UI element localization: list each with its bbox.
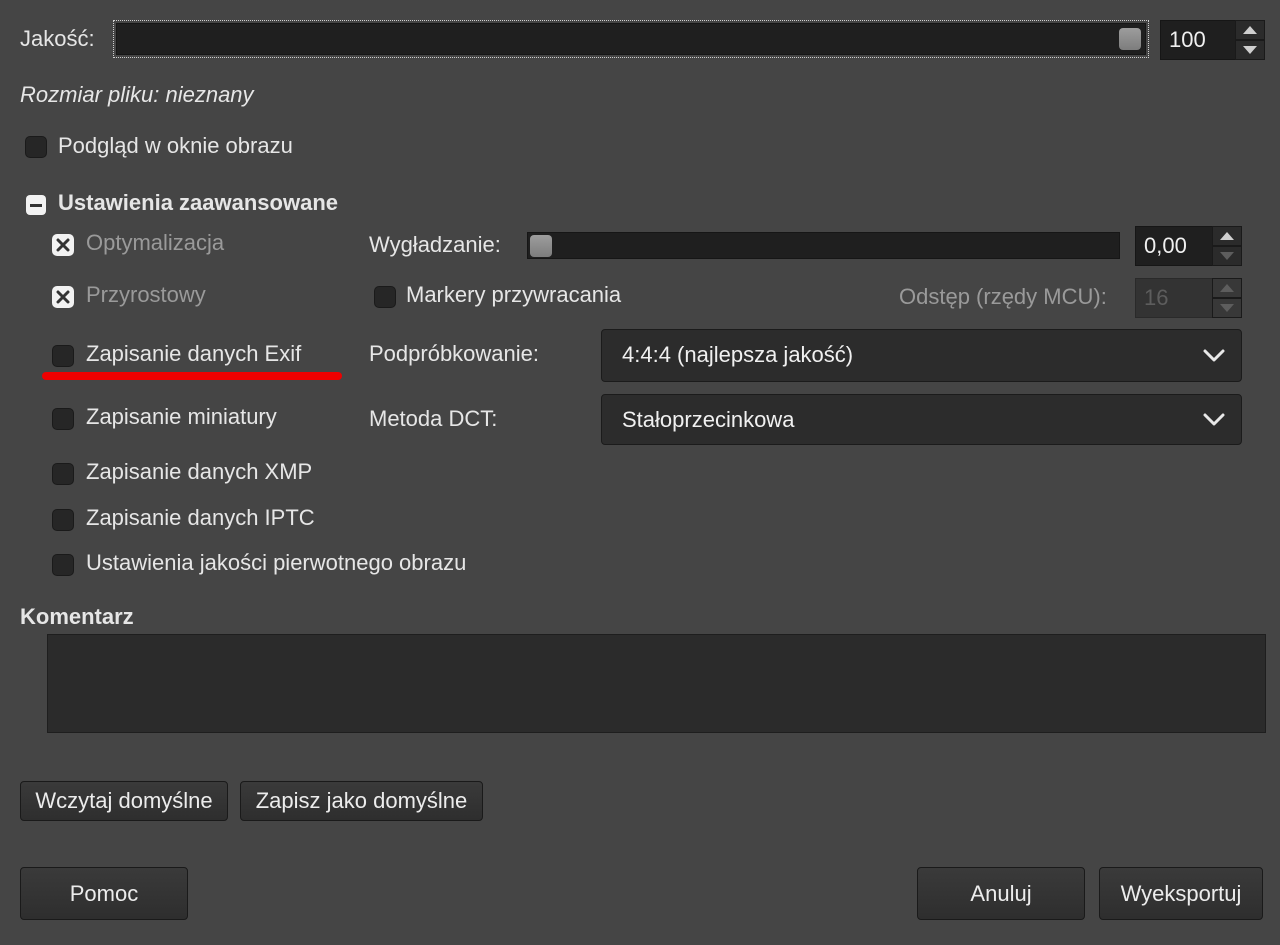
quality-value-field[interactable]: 100 [1160,20,1236,60]
cross-icon [56,290,70,304]
cancel-button[interactable]: Anuluj [917,867,1085,920]
preview-checkbox[interactable] [25,136,47,158]
restart-markers-label[interactable]: Markery przywracania [406,281,621,309]
interval-label: Odstęp (rzędy MCU): [899,284,1107,309]
quality-label: Jakość: [20,26,95,51]
iptc-checkbox[interactable] [52,509,74,531]
smoothing-label: Wygładzanie: [369,232,501,257]
load-defaults-button[interactable]: Wczytaj domyślne [20,781,228,821]
thumbnail-checkbox[interactable] [52,408,74,430]
advanced-expander[interactable] [26,195,46,215]
interval-spin-up[interactable] [1212,278,1242,298]
export-button[interactable]: Wyeksportuj [1099,867,1263,920]
progressive-label[interactable]: Przyrostowy [86,281,206,309]
smoothing-value-field[interactable]: 0,00 [1135,226,1213,266]
xmp-checkbox[interactable] [52,463,74,485]
arrow-up-icon [1220,232,1234,240]
interval-value-field[interactable]: 16 [1135,278,1213,318]
smoothing-spin-buttons[interactable] [1212,226,1242,266]
original-quality-label[interactable]: Ustawienia jakości pierwotnego obrazu [86,549,466,577]
progressive-checkbox[interactable] [52,286,74,308]
optimize-label[interactable]: Optymalizacja [86,229,224,257]
arrow-up-icon [1243,26,1257,34]
quality-spin-buttons[interactable] [1235,20,1265,60]
subsampling-label: Podpróbkowanie: [369,341,540,366]
chevron-down-icon [1203,349,1225,361]
restart-markers-checkbox[interactable] [374,286,396,308]
subsampling-dropdown[interactable]: 4:4:4 (najlepsza jakość) [601,329,1242,382]
optimize-checkbox[interactable] [52,234,74,256]
help-button[interactable]: Pomoc [20,867,188,920]
arrow-down-icon [1243,46,1257,54]
smoothing-spin-down[interactable] [1212,246,1242,266]
quality-slider[interactable] [113,20,1149,58]
advanced-title[interactable]: Ustawienia zaawansowane [58,189,338,217]
quality-spin-up[interactable] [1235,20,1265,40]
chevron-down-icon [1203,413,1225,425]
file-size-text: Rozmiar pliku: nieznany [20,82,254,107]
cross-icon [56,238,70,252]
iptc-label[interactable]: Zapisanie danych IPTC [86,504,315,532]
quality-spin-down[interactable] [1235,40,1265,60]
minus-icon [30,203,42,207]
preview-label[interactable]: Podgląd w oknie obrazu [58,132,293,160]
smoothing-slider-handle[interactable] [530,234,552,257]
interval-spin-down[interactable] [1212,298,1242,318]
dct-label: Metoda DCT: [369,406,498,431]
subsampling-selected: 4:4:4 (najlepsza jakość) [622,342,854,367]
exif-label[interactable]: Zapisanie danych Exif [86,340,301,368]
save-defaults-button[interactable]: Zapisz jako domyślne [240,781,483,821]
arrow-down-icon [1220,252,1234,260]
thumbnail-label[interactable]: Zapisanie miniatury [86,403,277,431]
exif-checkbox[interactable] [52,345,74,367]
smoothing-slider[interactable] [527,232,1120,259]
comment-textarea[interactable] [47,634,1266,733]
interval-spin-buttons[interactable] [1212,278,1242,318]
comment-label: Komentarz [20,604,134,629]
annotation-underline [42,372,342,380]
arrow-down-icon [1220,304,1234,312]
arrow-up-icon [1220,284,1234,292]
xmp-label[interactable]: Zapisanie danych XMP [86,458,312,486]
dct-selected: Stałoprzecinkowa [622,407,795,432]
smoothing-spin-up[interactable] [1212,226,1242,246]
dct-dropdown[interactable]: Stałoprzecinkowa [601,394,1242,445]
original-quality-checkbox[interactable] [52,554,74,576]
quality-slider-handle[interactable] [1119,28,1141,50]
